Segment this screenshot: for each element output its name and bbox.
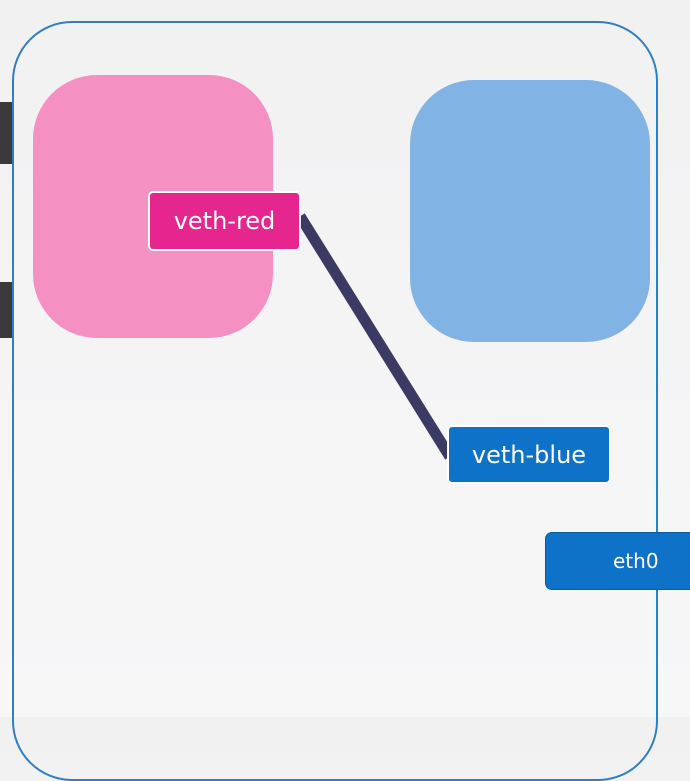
veth-cable-line [295,213,455,460]
veth-blue-label: veth-blue [471,440,587,469]
eth0-interface: eth0 [545,532,690,590]
veth-blue-interface: veth-blue [447,425,611,484]
veth-red-interface: veth-red [148,191,301,251]
veth-red-label: veth-red [173,207,276,235]
eth0-label: eth0 [613,549,659,573]
veth-cable [295,213,455,460]
